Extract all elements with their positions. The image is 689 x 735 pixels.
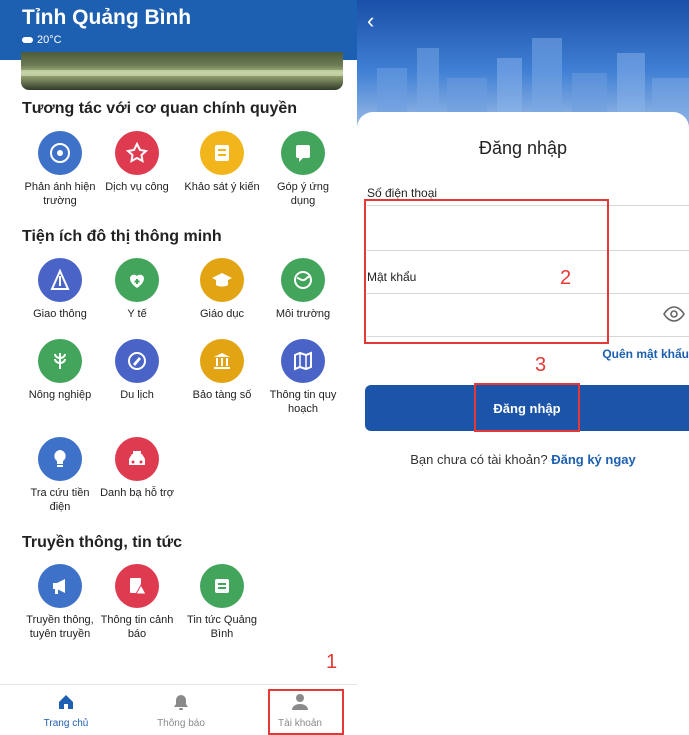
- bell-icon: [174, 695, 188, 710]
- tile-label: Nông nghiệp: [28, 389, 92, 401]
- app-header: Tỉnh Quảng Bình 20°C: [0, 0, 357, 60]
- banner-image[interactable]: [21, 52, 343, 90]
- nav-label: Trang chủ: [43, 718, 89, 729]
- tile-label: Môi trường: [275, 308, 331, 320]
- tile-canh-bao[interactable]: Thông tin cảnh báo: [96, 564, 178, 641]
- login-header: ‹: [357, 0, 689, 128]
- phone-label: Số điện thoại: [367, 186, 438, 200]
- survey-icon: [200, 131, 244, 175]
- tile-label: Góp ý ứng dụng: [276, 181, 329, 207]
- nav-notifications[interactable]: Thông báo: [136, 693, 226, 729]
- tile-label: Du lịch: [120, 389, 154, 401]
- tile-label: Truyền thông, tuyên truyền: [26, 614, 94, 640]
- agriculture-icon: [38, 339, 82, 383]
- tile-label: Khảo sát ý kiến: [184, 181, 260, 193]
- province-title: Tỉnh Quảng Bình: [22, 6, 192, 29]
- tile-moi-truong[interactable]: Môi trường: [262, 258, 344, 321]
- app-feedback-icon: [281, 131, 325, 175]
- annotation-number-1: 1: [326, 651, 338, 673]
- warning-icon: [115, 564, 159, 608]
- tile-label: Giao thông: [33, 308, 87, 320]
- tile-quy-hoach[interactable]: Thông tin quy hoạch: [262, 339, 344, 416]
- home-icon: [59, 695, 73, 709]
- register-text: Bạn chưa có tài khoản?: [410, 452, 548, 467]
- tile-tra-cuu-tien-dien[interactable]: Tra cứu tiền điện: [19, 437, 101, 514]
- tile-label: Dịch vụ công: [105, 181, 169, 193]
- login-screen: ‹ Đăng nhập Số điện thoại Mật khẩu Quên …: [357, 0, 689, 735]
- login-title: Đăng nhập: [478, 138, 568, 158]
- taxi-directory-icon: [115, 437, 159, 481]
- tile-label: Giáo dục: [199, 308, 245, 320]
- tile-label: Tin tức Quảng Bình: [187, 614, 257, 640]
- electricity-icon: [38, 437, 82, 481]
- education-icon: [200, 258, 244, 302]
- megaphone-icon: [38, 564, 82, 608]
- register-prompt: Bạn chưa có tài khoản? Đăng ký ngay: [357, 452, 689, 467]
- annotation-box-account: [268, 689, 344, 735]
- tile-giao-thong[interactable]: Giao thông: [19, 258, 101, 321]
- tile-phan-anh[interactable]: Phản ánh hiện trường: [19, 131, 101, 208]
- tile-label: Danh bạ hỗ trợ: [100, 487, 174, 499]
- weather-temp: 20°C: [37, 34, 62, 46]
- traffic-icon: [38, 258, 82, 302]
- health-icon: [115, 258, 159, 302]
- travel-icon: [115, 339, 159, 383]
- tile-khao-sat[interactable]: Khảo sát ý kiến: [181, 131, 263, 194]
- tile-label: Bảo tàng số: [192, 389, 252, 401]
- public-service-icon: [115, 131, 159, 175]
- news-icon: [200, 564, 244, 608]
- register-link[interactable]: Đăng ký ngay: [551, 452, 636, 467]
- section-title-smart-city: Tiện ích đô thị thông minh: [22, 228, 222, 245]
- annotation-box-login: [474, 383, 580, 432]
- forgot-password-link[interactable]: Quên mật khẩu: [602, 347, 689, 361]
- tile-giao-duc[interactable]: Giáo dục: [181, 258, 263, 321]
- tile-nong-nghiep[interactable]: Nông nghiệp: [19, 339, 101, 402]
- weather: 20°C: [22, 34, 62, 46]
- tile-gop-y[interactable]: Góp ý ứng dụng: [262, 131, 344, 208]
- tile-label: Phản ánh hiện trường: [24, 181, 96, 207]
- annotation-number-3: 3: [535, 354, 547, 376]
- cloud-icon: [22, 37, 33, 44]
- tile-y-te[interactable]: Y tế: [96, 258, 178, 321]
- tile-label: Thông tin cảnh báo: [100, 614, 174, 640]
- environment-icon: [281, 258, 325, 302]
- tile-label: Thông tin quy hoạch: [269, 389, 337, 415]
- nav-label: Thông báo: [157, 718, 205, 729]
- tile-bao-tang[interactable]: Bảo tàng số: [181, 339, 263, 402]
- tile-dich-vu-cong[interactable]: Dịch vụ công: [96, 131, 178, 194]
- eye-icon[interactable]: [663, 306, 685, 322]
- tile-truyen-thong[interactable]: Truyền thông, tuyên truyền: [19, 564, 101, 641]
- nav-home[interactable]: Trang chủ: [21, 693, 111, 729]
- tile-du-lich[interactable]: Du lịch: [96, 339, 178, 402]
- annotation-box-fields: [364, 199, 609, 344]
- home-screen: Tỉnh Quảng Bình 20°C Tương tác với cơ qu…: [0, 0, 357, 735]
- museum-icon: [200, 339, 244, 383]
- section-title-government: Tương tác với cơ quan chính quyền: [22, 100, 298, 117]
- tile-label: Y tế: [127, 308, 147, 320]
- planning-map-icon: [281, 339, 325, 383]
- back-chevron-icon[interactable]: ‹: [367, 8, 374, 34]
- feedback-icon: [38, 131, 82, 175]
- section-title-news: Truyền thông, tin tức: [22, 534, 183, 551]
- tile-label: Tra cứu tiền điện: [30, 487, 90, 513]
- tile-tin-tuc[interactable]: Tin tức Quảng Bình: [181, 564, 263, 641]
- annotation-number-2: 2: [560, 267, 572, 289]
- tile-danh-ba[interactable]: Danh bạ hỗ trợ: [96, 437, 178, 500]
